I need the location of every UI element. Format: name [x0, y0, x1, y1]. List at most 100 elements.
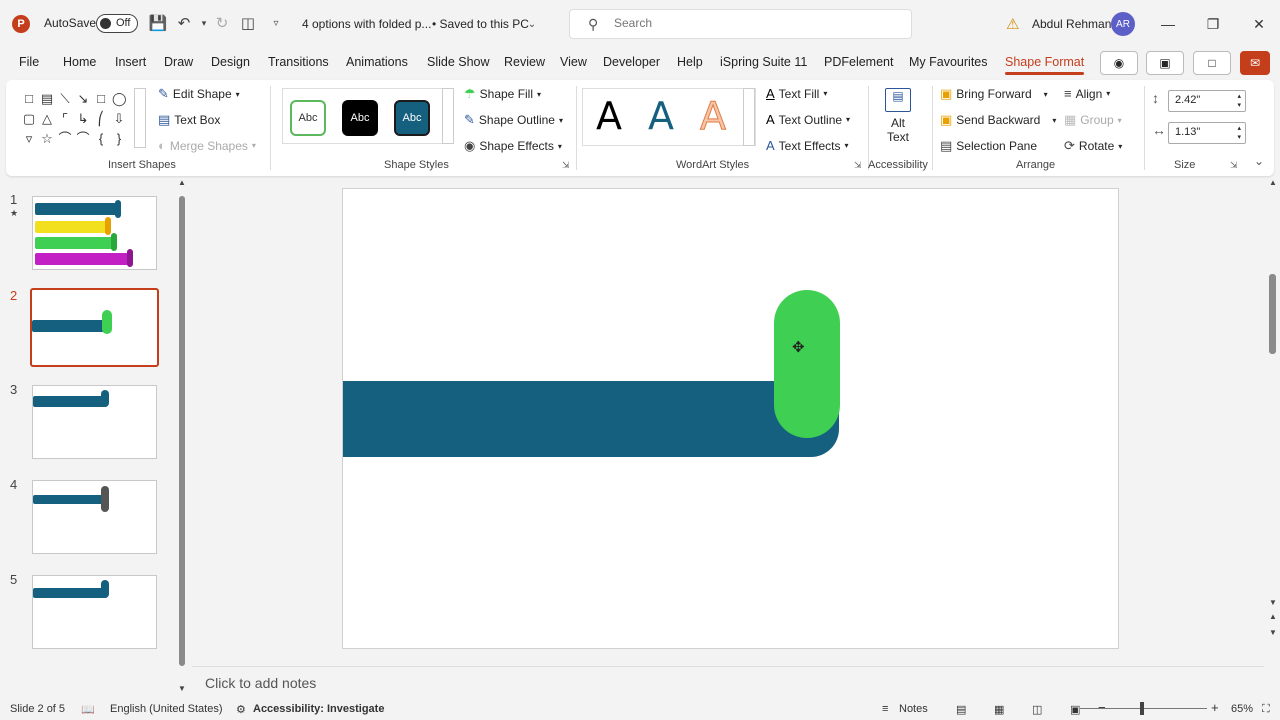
text-outline-button[interactable]: A Text Outline ▾	[766, 112, 850, 127]
slide-thumbnail-3[interactable]	[32, 385, 157, 459]
autosave-toggle[interactable]: Off	[96, 14, 138, 33]
textbox-shape-icon[interactable]: ▤	[40, 92, 54, 106]
merge-shapes-button[interactable]: ◐ Merge Shapes ▾	[158, 138, 256, 153]
tab-my-favourites[interactable]: My Favourites	[909, 55, 988, 69]
tab-design[interactable]: Design	[211, 55, 250, 69]
rounded-rect-shape-icon[interactable]: ▢	[22, 112, 36, 126]
shape-height-field[interactable]: 2.42" ▴ ▾	[1168, 90, 1246, 112]
shapes-gallery[interactable]: □ ▤ ⟍ ↘ □ ◯ ▢ △ ⌜ ↳ ⎛ ⇩ ▿ ☆ ⌒ ⌒ { }	[20, 88, 138, 148]
document-title[interactable]: 4 options with folded p...	[302, 17, 431, 31]
square-shape-icon[interactable]: □	[94, 92, 108, 106]
wordart-black[interactable]: A	[596, 94, 622, 138]
tab-developer[interactable]: Developer	[603, 55, 660, 69]
down-arrow-shape-icon[interactable]: ⇩	[112, 112, 126, 126]
elbow-connector-icon[interactable]: ⌜	[58, 112, 72, 126]
text-box-button[interactable]: ▤ Text Box	[158, 112, 220, 128]
freeform-shape-icon[interactable]: ▿	[22, 132, 36, 146]
zoom-level[interactable]: 65%	[1231, 703, 1253, 715]
book-icon[interactable]: 📖	[81, 703, 95, 716]
slide-sorter-icon[interactable]: ▦	[994, 703, 1004, 716]
tab-animations[interactable]: Animations	[346, 55, 408, 69]
dialog-launcher-icon[interactable]: ⇲	[854, 160, 862, 171]
style-swatch-blue[interactable]: Abc	[394, 100, 430, 136]
next-slide-icon[interactable]: ▼	[1269, 628, 1277, 637]
send-backward-button[interactable]: ▣ Send Backward ▾	[940, 112, 1056, 128]
comments-button[interactable]: □	[1193, 51, 1231, 75]
dialog-launcher-icon[interactable]: ⇲	[562, 160, 570, 171]
slide-scrollbar[interactable]: ▲ ▼ ▲ ▼	[1266, 178, 1280, 648]
tab-pdfelement[interactable]: PDFelement	[824, 55, 893, 69]
search-box[interactable]: ⚲	[569, 9, 912, 39]
tab-draw[interactable]: Draw	[164, 55, 193, 69]
tab-transitions[interactable]: Transitions	[268, 55, 329, 69]
search-input[interactable]	[614, 16, 894, 30]
scroll-down-icon[interactable]: ▼	[178, 684, 186, 693]
slide-thumbnail-5[interactable]	[32, 575, 157, 649]
arc-shape-icon[interactable]: ⌒	[76, 132, 90, 146]
accessibility-icon[interactable]: ⚙	[236, 703, 246, 716]
slide-thumbnail-2[interactable]	[30, 288, 159, 367]
tab-file[interactable]: File	[19, 55, 39, 69]
bring-forward-button[interactable]: ▣ Bring Forward ▾	[940, 86, 1048, 102]
tab-review[interactable]: Review	[504, 55, 545, 69]
user-name[interactable]: Abdul Rehman	[1032, 17, 1111, 31]
scroll-up-icon[interactable]: ▲	[178, 178, 186, 187]
elbow-arrow-icon[interactable]: ↳	[76, 112, 90, 126]
close-icon[interactable]: ✕	[1247, 12, 1271, 36]
slide-thumbnail-1[interactable]	[32, 196, 157, 270]
brace-left-shape-icon[interactable]: {	[94, 132, 108, 146]
reading-view-icon[interactable]: ◫	[1032, 703, 1042, 716]
undo-icon[interactable]: ↶	[174, 13, 194, 33]
blue-band-shape[interactable]	[343, 381, 839, 457]
scrollbar-thumb[interactable]	[1269, 274, 1276, 354]
shape-effects-button[interactable]: ◉ Shape Effects ▾	[464, 138, 562, 154]
wordart-blue[interactable]: A	[648, 94, 674, 138]
spinner-icon[interactable]: ▴ ▾	[1237, 92, 1241, 110]
record-button[interactable]: ◉	[1100, 51, 1138, 75]
slideshow-icon[interactable]: ▣	[1070, 703, 1080, 716]
tab-insert[interactable]: Insert	[115, 55, 146, 69]
saved-status[interactable]: • Saved to this PC	[432, 17, 529, 31]
alt-text-button[interactable]: ▤ Alt Text	[878, 86, 918, 154]
notes-button[interactable]: Notes	[899, 703, 928, 715]
green-rounded-shape[interactable]	[774, 290, 840, 438]
group-button[interactable]: ▦ Group ▾	[1064, 112, 1122, 128]
tab-help[interactable]: Help	[677, 55, 703, 69]
avatar[interactable]: AR	[1111, 12, 1135, 36]
customize-toolbar-icon[interactable]: ▿	[266, 13, 286, 33]
curve-shape-icon[interactable]: ⌒	[58, 132, 72, 146]
selection-pane-button[interactable]: ▤ Selection Pane	[940, 138, 1037, 154]
redo-icon[interactable]: ↻	[212, 13, 232, 33]
previous-slide-icon[interactable]: ▲	[1269, 612, 1277, 621]
callout-shape-icon[interactable]: ⎛	[94, 112, 108, 126]
triangle-shape-icon[interactable]: △	[40, 112, 54, 126]
edit-shape-button[interactable]: ✎ Edit Shape ▾	[158, 86, 240, 102]
share-button[interactable]: ✉	[1240, 51, 1270, 75]
text-fill-button[interactable]: A Text Fill ▾	[766, 86, 827, 101]
tab-view[interactable]: View	[560, 55, 587, 69]
brace-right-shape-icon[interactable]: }	[112, 132, 126, 146]
present-teams-button[interactable]: ▣	[1146, 51, 1184, 75]
scroll-up-icon[interactable]: ▲	[1269, 178, 1277, 187]
wordart-scroll[interactable]	[743, 88, 755, 146]
spinner-icon[interactable]: ▴ ▾	[1237, 124, 1241, 142]
tab-shape-format[interactable]: Shape Format	[1005, 55, 1085, 75]
present-icon[interactable]: ◫	[238, 13, 258, 33]
shape-fill-button[interactable]: ☂ Shape Fill ▾	[464, 86, 541, 102]
rectangle-shape-icon[interactable]: □	[22, 92, 36, 106]
arrow-line-shape-icon[interactable]: ↘	[76, 92, 90, 106]
save-icon[interactable]: 💾	[148, 13, 168, 33]
warning-icon[interactable]: ⚠	[1006, 15, 1019, 33]
fit-slide-icon[interactable]: ⛶	[1262, 703, 1270, 716]
notes-placeholder[interactable]: Click to add notes	[205, 675, 316, 691]
zoom-in-icon[interactable]: +	[1211, 700, 1219, 715]
line-shape-icon[interactable]: ⟍	[58, 92, 72, 106]
shape-styles-scroll[interactable]	[442, 88, 454, 144]
normal-view-icon[interactable]: ▤	[956, 703, 966, 716]
tab-home[interactable]: Home	[63, 55, 96, 69]
restore-icon[interactable]: ❐	[1201, 12, 1225, 36]
minimize-icon[interactable]: —	[1156, 12, 1180, 36]
shape-outline-button[interactable]: ✎ Shape Outline ▾	[464, 112, 563, 128]
text-effects-button[interactable]: A Text Effects ▾	[766, 138, 849, 153]
style-swatch-black[interactable]: Abc	[342, 100, 378, 136]
